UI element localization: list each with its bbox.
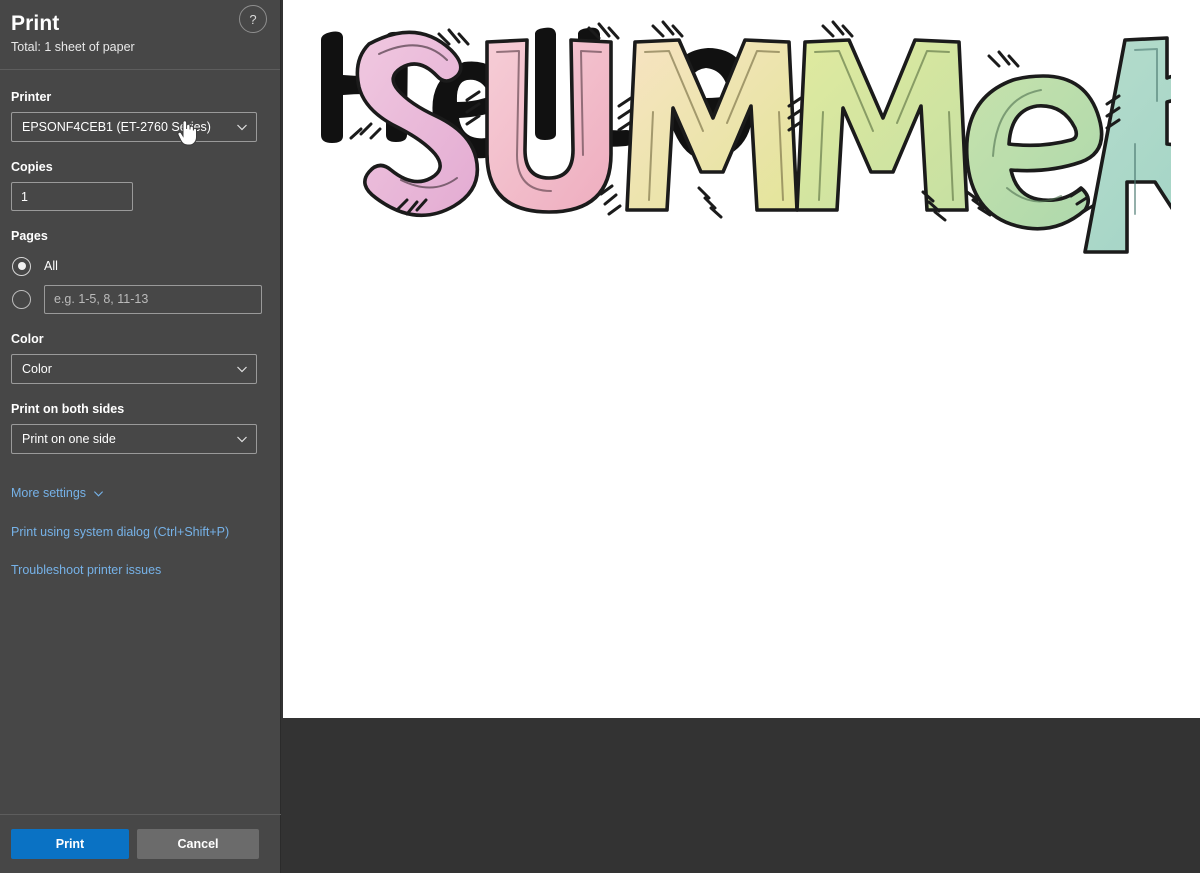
more-settings-link[interactable]: More settings bbox=[11, 486, 104, 500]
printer-select-value: EPSONF4CEB1 (ET-2760 Series) bbox=[22, 120, 211, 134]
pages-label: Pages bbox=[11, 229, 48, 243]
printer-select[interactable]: EPSONF4CEB1 (ET-2760 Series) bbox=[11, 112, 257, 142]
chevron-down-icon bbox=[236, 121, 247, 132]
panel-body: Printer EPSONF4CEB1 (ET-2760 Series) Cop… bbox=[0, 70, 280, 810]
sheet-total-text: Total: 1 sheet of paper bbox=[11, 40, 135, 54]
chevron-down-icon bbox=[236, 433, 247, 444]
more-settings-label: More settings bbox=[11, 486, 87, 500]
color-select-value: Color bbox=[22, 362, 52, 376]
artwork-hello-summer bbox=[321, 20, 1171, 254]
preview-page bbox=[283, 0, 1200, 718]
both-sides-select-value: Print on one side bbox=[22, 432, 116, 446]
artwork-letter-E bbox=[964, 50, 1104, 231]
pages-custom-row[interactable] bbox=[11, 284, 269, 314]
panel-footer: Print Cancel bbox=[0, 814, 281, 873]
troubleshoot-printer-link[interactable]: Troubleshoot printer issues bbox=[11, 563, 161, 577]
print-dialog-screen: Print Total: 1 sheet of paper ? Printer … bbox=[0, 0, 1200, 873]
copies-input[interactable] bbox=[11, 182, 133, 211]
chevron-down-icon bbox=[93, 488, 104, 498]
print-panel: Print Total: 1 sheet of paper ? Printer … bbox=[0, 0, 281, 873]
pages-custom-input[interactable] bbox=[44, 284, 262, 314]
color-select[interactable]: Color bbox=[11, 354, 257, 384]
troubleshoot-row: Troubleshoot printer issues bbox=[11, 561, 269, 579]
pages-all-label: All bbox=[44, 259, 58, 273]
print-preview-area[interactable] bbox=[282, 0, 1200, 873]
panel-header: Print Total: 1 sheet of paper ? bbox=[0, 0, 280, 69]
print-button[interactable]: Print bbox=[11, 829, 129, 859]
printer-label: Printer bbox=[11, 90, 52, 104]
more-settings-wrap: More settings bbox=[11, 484, 269, 502]
pages-custom-radio[interactable] bbox=[12, 289, 31, 309]
copies-label: Copies bbox=[11, 160, 53, 174]
cancel-button[interactable]: Cancel bbox=[137, 829, 259, 859]
color-label: Color bbox=[11, 332, 44, 346]
both-sides-label: Print on both sides bbox=[11, 402, 125, 416]
help-icon[interactable]: ? bbox=[239, 5, 267, 33]
system-dialog-row: Print using system dialog (Ctrl+Shift+P) bbox=[11, 523, 269, 541]
pages-all-radio[interactable] bbox=[12, 256, 31, 276]
print-system-dialog-link[interactable]: Print using system dialog (Ctrl+Shift+P) bbox=[11, 525, 229, 539]
chevron-down-icon bbox=[236, 363, 247, 374]
page-title: Print bbox=[11, 12, 60, 35]
artwork-letter-M2 bbox=[787, 20, 969, 222]
both-sides-select[interactable]: Print on one side bbox=[11, 424, 257, 454]
pages-all-row[interactable]: All bbox=[11, 251, 269, 281]
